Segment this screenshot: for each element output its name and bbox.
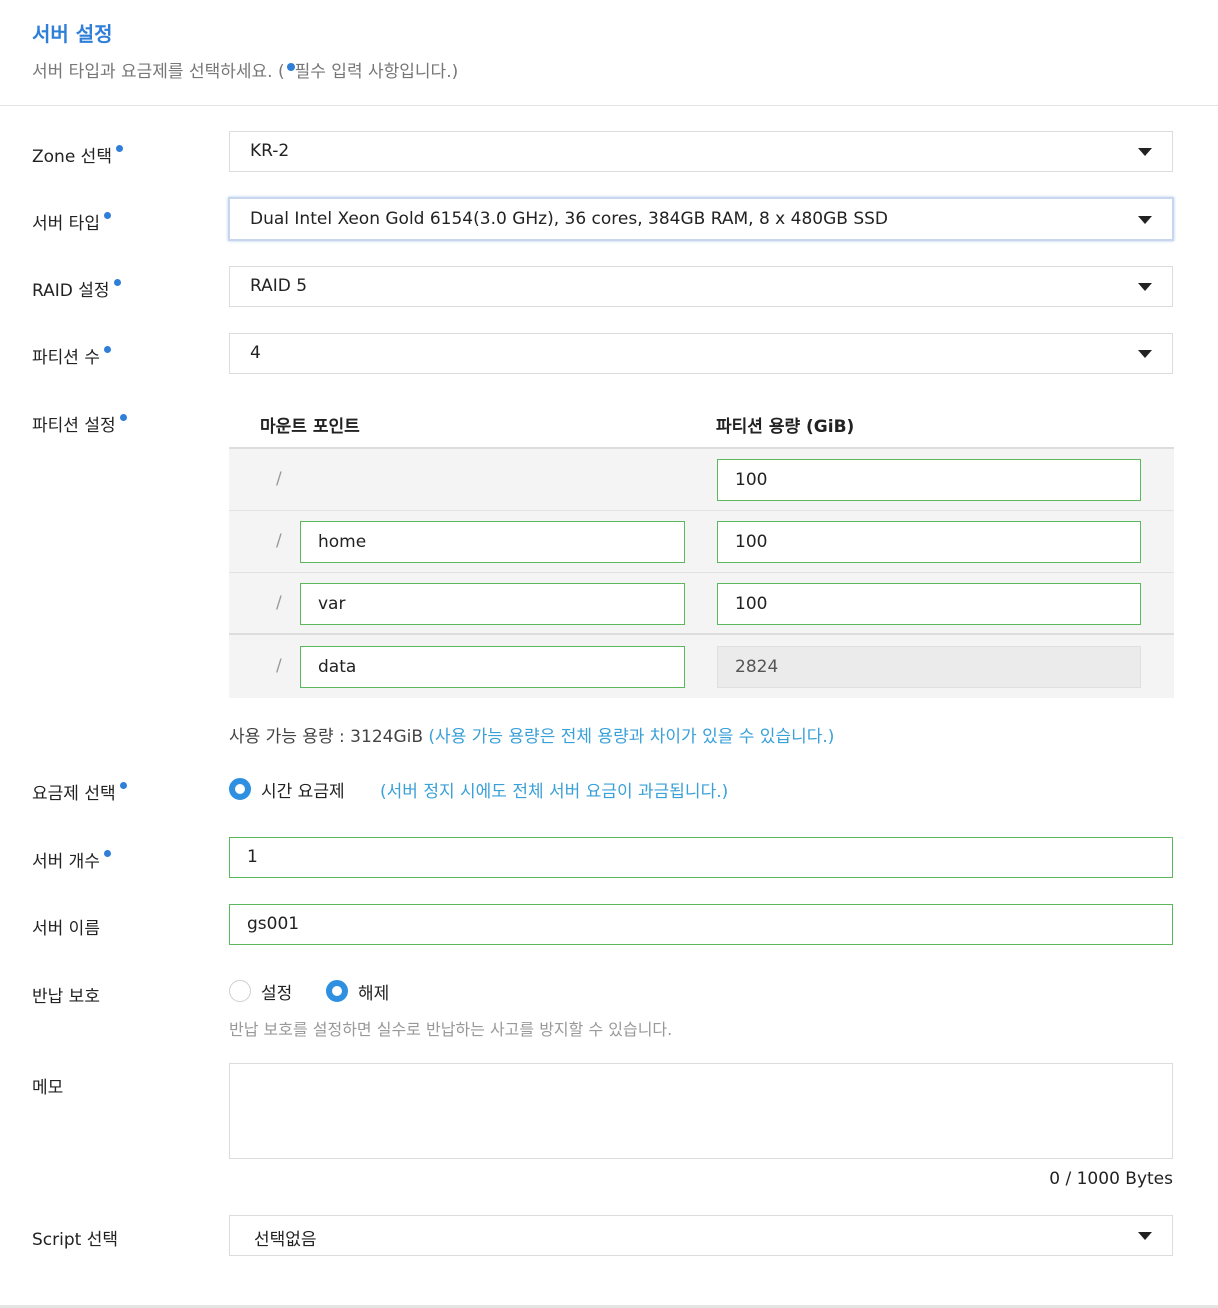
memo-label: 메모 [32,1073,63,1098]
partition-size-value: 100 [735,594,768,614]
required-dot-icon [119,782,127,789]
required-dot-icon [119,414,127,421]
server-name-input[interactable]: gs001 [229,904,1173,945]
server-name-label: 서버 이름 [32,914,100,939]
partition-size-value: 2824 [735,657,779,677]
raid-label-text: RAID 설정 [32,281,110,301]
server-name-value: gs001 [247,914,300,934]
partition-row-data: / data 2824 [229,636,1174,698]
return-protection-off-label[interactable]: 해제 [358,979,389,1004]
raid-label: RAID 설정 [32,276,121,301]
partition-size-value: 100 [735,532,768,552]
mount-point-value: home [318,532,367,552]
mount-slash: / [276,593,282,613]
page-description: 서버 타입과 요금제를 선택하세요. ( 필수 입력 사항입니다.) [32,57,458,82]
partition-count-label-text: 파티션 수 [32,348,100,368]
caret-down-icon [1138,283,1152,291]
zone-select[interactable]: KR-2 [229,131,1173,172]
mount-point-input[interactable]: data [300,646,685,688]
partition-table-header: 마운트 포인트 파티션 용량 (GiB) [229,400,1174,449]
section-header: 서버 설정 서버 타입과 요금제를 선택하세요. ( 필수 입력 사항입니다.) [0,0,1218,106]
mount-slash: / [276,469,282,489]
script-label-text: Script 선택 [32,1230,118,1250]
script-select-value: 선택없음 [254,1230,317,1250]
partition-table: 마운트 포인트 파티션 용량 (GiB) / 100 / home 100 / … [229,400,1174,698]
partition-row-home: / home 100 [229,511,1174,573]
partition-size-value: 100 [735,470,768,490]
partition-count-select-value: 4 [250,343,261,363]
required-dot-icon [103,346,111,353]
partition-count-label: 파티션 수 [32,343,111,368]
billing-hourly-label[interactable]: 시간 요금제 [261,777,345,802]
column-header-mount-point: 마운트 포인트 [260,417,360,437]
mount-slash: / [276,656,282,676]
required-dot-icon [103,850,111,857]
description-suffix: 필수 입력 사항입니다.) [294,62,459,82]
available-capacity-text: 사용 가능 용량 : 3124GiB [229,727,429,747]
mount-point-value: var [318,594,346,614]
partition-size-input[interactable]: 100 [717,583,1141,625]
server-type-select-value: Dual Intel Xeon Gold 6154(3.0 GHz), 36 c… [250,209,888,229]
return-protection-on-label[interactable]: 설정 [261,979,292,1004]
billing-label-text: 요금제 선택 [32,784,116,804]
script-label: Script 선택 [32,1225,118,1250]
zone-select-value: KR-2 [250,141,290,161]
billing-label: 요금제 선택 [32,779,127,804]
caret-down-icon [1138,148,1152,156]
billing-note: (서버 정지 시에도 전체 서버 요금이 과금됩니다.) [380,782,729,802]
available-capacity-disclaimer: (사용 가능 용량은 전체 용량과 차이가 있을 수 있습니다.) [428,727,835,747]
billing-hourly-radio[interactable] [229,778,251,800]
raid-select-value: RAID 5 [250,276,308,296]
partition-size-readonly: 2824 [717,646,1141,688]
required-dot-icon [113,279,121,286]
memo-label-text: 메모 [32,1078,64,1098]
memo-byte-count: 0 / 1000 Bytes [1049,1169,1173,1189]
required-dot-icon [103,212,111,219]
partition-row-root: / 100 [229,449,1174,511]
required-dot-icon [286,63,295,71]
zone-label-text: Zone 선택 [32,147,112,167]
server-count-label: 서버 개수 [32,847,111,872]
partition-size-input[interactable]: 100 [717,521,1141,563]
partition-settings-label: 파티션 설정 [32,411,127,436]
raid-select[interactable]: RAID 5 [229,266,1173,307]
return-protection-label-text: 반납 보호 [32,987,100,1007]
caret-down-icon [1138,350,1152,358]
memo-textarea[interactable] [229,1063,1173,1159]
partition-settings-label-text: 파티션 설정 [32,416,116,436]
server-type-select[interactable]: Dual Intel Xeon Gold 6154(3.0 GHz), 36 c… [228,197,1174,241]
required-dot-icon [115,145,123,152]
server-type-label-text: 서버 타입 [32,214,100,234]
partition-size-input[interactable]: 100 [717,459,1141,501]
return-protection-label: 반납 보호 [32,982,100,1007]
server-count-input[interactable]: 1 [229,837,1173,878]
mount-point-input[interactable]: var [300,583,685,625]
zone-label: Zone 선택 [32,142,123,167]
return-protection-off-radio[interactable] [326,980,348,1002]
partition-row-var: / var 100 [229,573,1174,635]
mount-point-input[interactable]: home [300,521,685,563]
partition-count-select[interactable]: 4 [229,333,1173,374]
caret-down-icon [1138,216,1152,224]
return-protection-help: 반납 보호를 설정하면 실수로 반납하는 사고를 방지할 수 있습니다. [229,1020,673,1039]
server-name-label-text: 서버 이름 [32,919,100,939]
server-type-label: 서버 타입 [32,209,111,234]
mount-slash: / [276,531,282,551]
caret-down-icon [1138,1232,1152,1240]
script-select[interactable]: 선택없음 [229,1215,1173,1256]
column-header-partition-size: 파티션 용량 (GiB) [716,417,855,437]
mount-point-value: data [318,657,357,677]
server-count-label-text: 서버 개수 [32,852,100,872]
page-title: 서버 설정 [32,22,113,46]
return-protection-on-radio[interactable] [229,980,251,1002]
available-capacity-note: 사용 가능 용량 : 3124GiB (사용 가능 용량은 전체 용량과 차이가… [229,722,834,747]
server-count-value: 1 [247,847,258,867]
description-prefix: 서버 타입과 요금제를 선택하세요. ( [32,62,285,82]
